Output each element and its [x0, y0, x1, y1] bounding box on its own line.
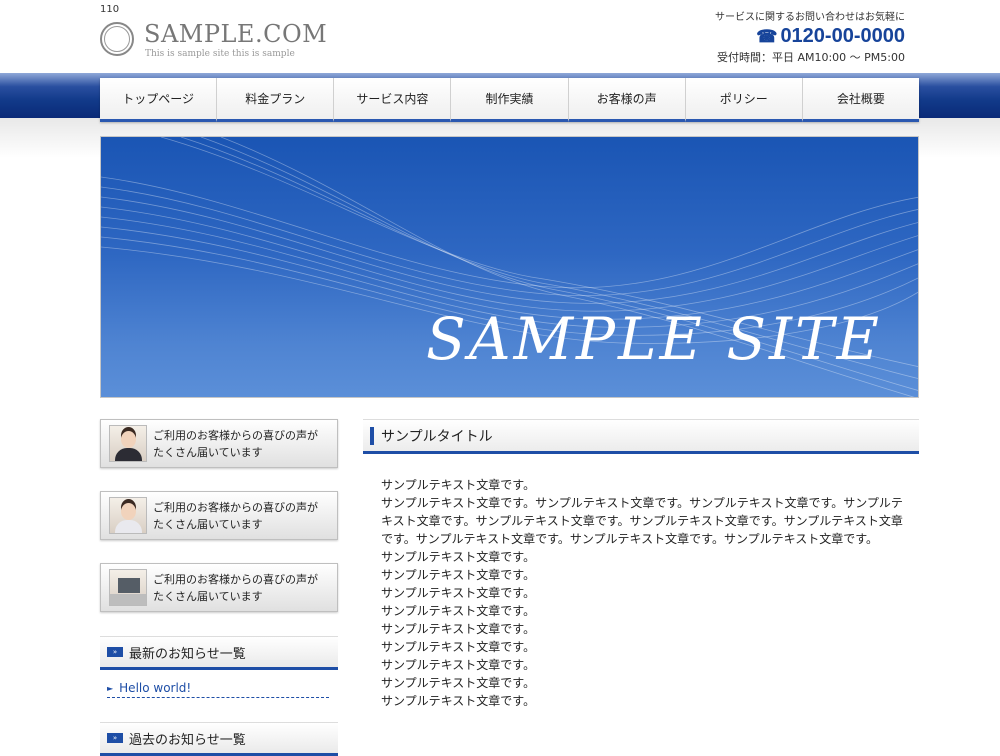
logo-name: SAMPLE.COM: [144, 20, 328, 48]
page-number: 110: [100, 4, 120, 15]
content-paragraph: サンプルテキスト文章です。: [381, 586, 536, 600]
banner-text: ご利用のお客様からの喜びの声が たくさん届いています: [153, 571, 318, 605]
news-heading-label: 最新のお知らせ一覧: [129, 646, 246, 662]
testimonial-banner[interactable]: ご利用のお客様からの喜びの声が たくさん届いています: [100, 491, 338, 540]
nav-item-top[interactable]: トップページ: [100, 78, 218, 122]
testimonial-banner[interactable]: ご利用のお客様からの喜びの声が たくさん届いています: [100, 419, 338, 468]
banner-line: ご利用のお客様からの喜びの声が: [153, 429, 318, 442]
heading-bar: [370, 426, 374, 445]
contact-info: サービスに関するお問い合わせはお気軽に ☎ 0120-00-0000 受付時間：…: [645, 8, 905, 65]
banner-line: ご利用のお客様からの喜びの声が: [153, 573, 318, 586]
banner-text: ご利用のお客様からの喜びの声が たくさん届いています: [153, 499, 318, 533]
news-item[interactable]: ► Hello world!: [107, 679, 329, 698]
double-chevron-icon: »: [107, 647, 123, 657]
hero-title: SAMPLE SITE: [426, 305, 882, 373]
news-item-link[interactable]: Hello world!: [119, 681, 191, 695]
nav-item-pricing[interactable]: 料金プラン: [217, 78, 335, 122]
phone-number-text: 0120-00-0000: [780, 25, 905, 47]
contact-lead: サービスに関するお問い合わせはお気軽に: [715, 12, 905, 23]
banner-line: たくさん届いています: [153, 590, 263, 603]
banner-line: たくさん届いています: [153, 446, 263, 459]
phone-number: ☎ 0120-00-0000: [645, 25, 905, 48]
content-paragraph: サンプルテキスト文章です。: [381, 676, 536, 690]
site-logo[interactable]: SAMPLE.COM This is sample site this is s…: [100, 20, 327, 65]
testimonial-banner[interactable]: ご利用のお客様からの喜びの声が たくさん届いています: [100, 563, 338, 612]
banner-line: たくさん届いています: [153, 518, 263, 531]
news-heading: » 最新のお知らせ一覧: [100, 636, 338, 670]
content-body: サンプルテキスト文章です。 サンプルテキスト文章です。サンプルテキスト文章です。…: [381, 476, 906, 710]
nav-item-company[interactable]: 会社概要: [802, 78, 919, 122]
banner-text: ご利用のお客様からの喜びの声が たくさん届いています: [153, 427, 318, 461]
double-chevron-icon: »: [107, 733, 123, 743]
logo-tagline: This is sample site this is sample: [145, 49, 295, 59]
content-paragraph: サンプルテキスト文章です。: [381, 622, 536, 636]
content-paragraph: サンプルテキスト文章です。サンプルテキスト文章です。サンプルテキスト文章です。サ…: [381, 496, 903, 546]
content-paragraph: サンプルテキスト文章です。: [381, 604, 536, 618]
content-paragraph: サンプルテキスト文章です。: [381, 478, 536, 492]
banner-line: ご利用のお客様からの喜びの声が: [153, 501, 318, 514]
global-nav: トップページ 料金プラン サービス内容 制作実績 お客様の声 ポリシー 会社概要: [100, 78, 919, 122]
triangle-right-icon: ►: [107, 683, 114, 693]
customer-photo: [109, 497, 147, 534]
nav-item-voices[interactable]: お客様の声: [568, 78, 686, 122]
phone-icon: ☎: [756, 26, 778, 46]
content-paragraph: サンプルテキスト文章です。: [381, 658, 536, 672]
content-paragraph: サンプルテキスト文章です。: [381, 640, 536, 654]
hero-banner: SAMPLE SITE: [100, 136, 919, 398]
nav-item-policy[interactable]: ポリシー: [685, 78, 803, 122]
customer-photo: [109, 425, 147, 462]
content-title: サンプルタイトル: [381, 428, 493, 445]
nav-item-works[interactable]: 制作実績: [451, 78, 569, 122]
content-paragraph: サンプルテキスト文章です。: [381, 568, 536, 582]
office-photo: [109, 569, 147, 606]
business-hours: 受付時間：平日 AM10:00 ～ PM5:00: [716, 51, 905, 64]
archive-heading: » 過去のお知らせ一覧: [100, 722, 338, 756]
nav-item-services[interactable]: サービス内容: [334, 78, 452, 122]
content-paragraph: サンプルテキスト文章です。: [381, 694, 536, 708]
archive-heading-label: 過去のお知らせ一覧: [129, 732, 246, 748]
content-paragraph: サンプルテキスト文章です。: [381, 550, 536, 564]
content-heading: サンプルタイトル: [363, 419, 919, 454]
stamp-of-approval-icon: [100, 22, 134, 56]
